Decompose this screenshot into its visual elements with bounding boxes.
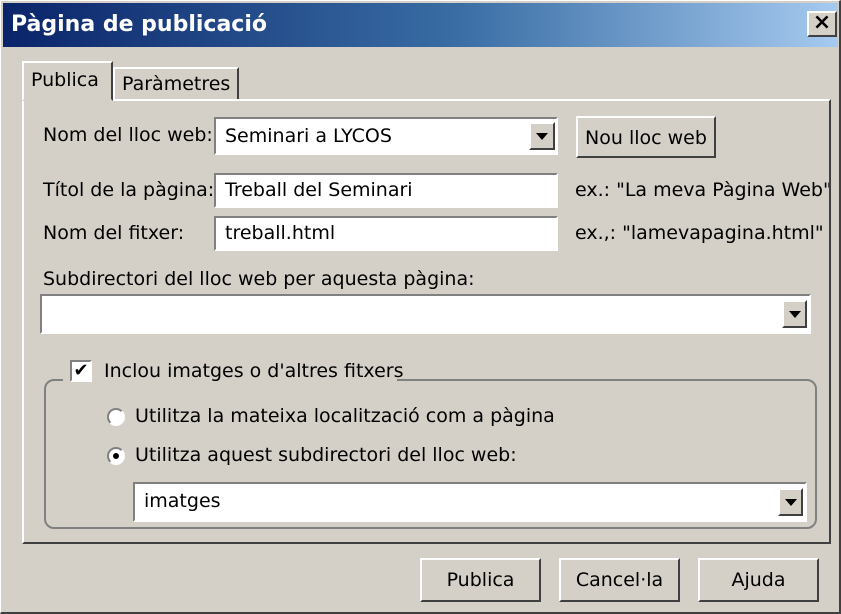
cancel-button[interactable]: Cancel·la [559,558,680,602]
tab-parametres-label: Paràmetres [122,73,231,95]
publish-page-dialog: Pàgina de publicació × Publica Paràmetre… [0,0,841,614]
close-icon: × [812,10,832,35]
help-button[interactable]: Ajuda [698,558,819,602]
tab-publica-label: Publica [31,69,99,91]
window-title: Pàgina de publicació [11,12,267,37]
publish-button[interactable]: Publica [420,558,541,602]
close-button[interactable]: × [807,11,837,37]
tab-parametres[interactable]: Paràmetres [113,67,239,101]
tab-panel-publica [22,99,831,544]
tab-publica[interactable]: Publica [22,61,113,101]
title-bar[interactable]: Pàgina de publicació × [3,3,838,47]
